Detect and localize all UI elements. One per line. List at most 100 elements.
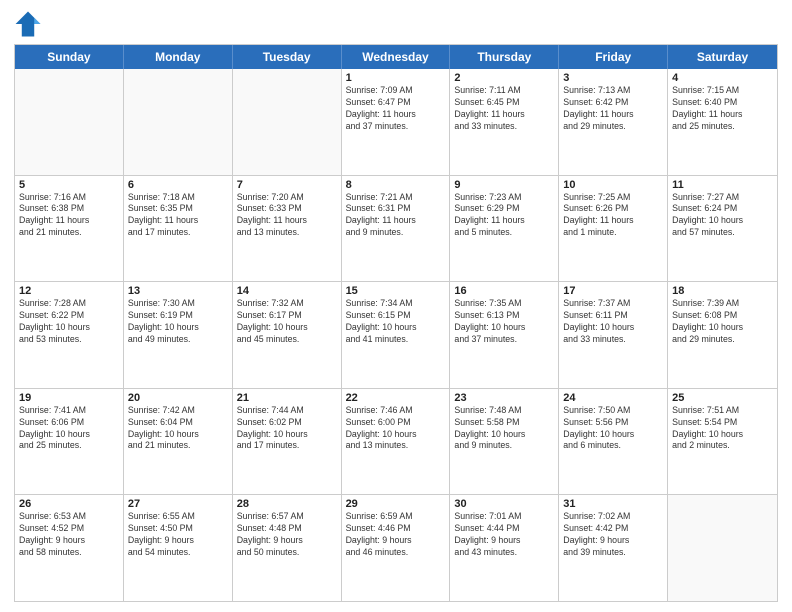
day-info: Sunrise: 7:34 AM Sunset: 6:15 PM Dayligh… [346, 298, 446, 346]
empty-cell-0-0 [15, 69, 124, 175]
day-info: Sunrise: 7:39 AM Sunset: 6:08 PM Dayligh… [672, 298, 773, 346]
day-info: Sunrise: 7:32 AM Sunset: 6:17 PM Dayligh… [237, 298, 337, 346]
day-info: Sunrise: 7:42 AM Sunset: 6:04 PM Dayligh… [128, 405, 228, 453]
day-cell-7: 7Sunrise: 7:20 AM Sunset: 6:33 PM Daylig… [233, 176, 342, 282]
day-info: Sunrise: 6:57 AM Sunset: 4:48 PM Dayligh… [237, 511, 337, 559]
day-cell-11: 11Sunrise: 7:27 AM Sunset: 6:24 PM Dayli… [668, 176, 777, 282]
header-day-friday: Friday [559, 45, 668, 69]
day-cell-3: 3Sunrise: 7:13 AM Sunset: 6:42 PM Daylig… [559, 69, 668, 175]
day-info: Sunrise: 6:53 AM Sunset: 4:52 PM Dayligh… [19, 511, 119, 559]
day-info: Sunrise: 7:48 AM Sunset: 5:58 PM Dayligh… [454, 405, 554, 453]
header [14, 10, 778, 38]
day-number: 17 [563, 285, 663, 297]
day-cell-31: 31Sunrise: 7:02 AM Sunset: 4:42 PM Dayli… [559, 495, 668, 601]
day-info: Sunrise: 7:20 AM Sunset: 6:33 PM Dayligh… [237, 192, 337, 240]
day-info: Sunrise: 7:37 AM Sunset: 6:11 PM Dayligh… [563, 298, 663, 346]
day-number: 13 [128, 285, 228, 297]
day-info: Sunrise: 7:23 AM Sunset: 6:29 PM Dayligh… [454, 192, 554, 240]
day-number: 3 [563, 72, 663, 84]
day-number: 25 [672, 392, 773, 404]
day-cell-26: 26Sunrise: 6:53 AM Sunset: 4:52 PM Dayli… [15, 495, 124, 601]
header-day-saturday: Saturday [668, 45, 777, 69]
day-number: 9 [454, 179, 554, 191]
day-cell-25: 25Sunrise: 7:51 AM Sunset: 5:54 PM Dayli… [668, 389, 777, 495]
day-cell-20: 20Sunrise: 7:42 AM Sunset: 6:04 PM Dayli… [124, 389, 233, 495]
day-info: Sunrise: 7:09 AM Sunset: 6:47 PM Dayligh… [346, 85, 446, 133]
day-cell-18: 18Sunrise: 7:39 AM Sunset: 6:08 PM Dayli… [668, 282, 777, 388]
day-cell-24: 24Sunrise: 7:50 AM Sunset: 5:56 PM Dayli… [559, 389, 668, 495]
day-number: 24 [563, 392, 663, 404]
day-cell-27: 27Sunrise: 6:55 AM Sunset: 4:50 PM Dayli… [124, 495, 233, 601]
day-info: Sunrise: 7:16 AM Sunset: 6:38 PM Dayligh… [19, 192, 119, 240]
day-cell-10: 10Sunrise: 7:25 AM Sunset: 6:26 PM Dayli… [559, 176, 668, 282]
day-number: 29 [346, 498, 446, 510]
day-number: 30 [454, 498, 554, 510]
day-number: 7 [237, 179, 337, 191]
day-number: 27 [128, 498, 228, 510]
day-cell-4: 4Sunrise: 7:15 AM Sunset: 6:40 PM Daylig… [668, 69, 777, 175]
day-number: 14 [237, 285, 337, 297]
day-cell-21: 21Sunrise: 7:44 AM Sunset: 6:02 PM Dayli… [233, 389, 342, 495]
day-cell-5: 5Sunrise: 7:16 AM Sunset: 6:38 PM Daylig… [15, 176, 124, 282]
day-number: 6 [128, 179, 228, 191]
day-info: Sunrise: 7:13 AM Sunset: 6:42 PM Dayligh… [563, 85, 663, 133]
day-cell-6: 6Sunrise: 7:18 AM Sunset: 6:35 PM Daylig… [124, 176, 233, 282]
day-cell-29: 29Sunrise: 6:59 AM Sunset: 4:46 PM Dayli… [342, 495, 451, 601]
day-number: 16 [454, 285, 554, 297]
day-number: 4 [672, 72, 773, 84]
empty-cell-0-2 [233, 69, 342, 175]
calendar-row-4: 26Sunrise: 6:53 AM Sunset: 4:52 PM Dayli… [15, 494, 777, 601]
day-info: Sunrise: 7:44 AM Sunset: 6:02 PM Dayligh… [237, 405, 337, 453]
header-day-thursday: Thursday [450, 45, 559, 69]
day-cell-16: 16Sunrise: 7:35 AM Sunset: 6:13 PM Dayli… [450, 282, 559, 388]
day-cell-30: 30Sunrise: 7:01 AM Sunset: 4:44 PM Dayli… [450, 495, 559, 601]
day-info: Sunrise: 6:59 AM Sunset: 4:46 PM Dayligh… [346, 511, 446, 559]
day-number: 11 [672, 179, 773, 191]
day-info: Sunrise: 7:01 AM Sunset: 4:44 PM Dayligh… [454, 511, 554, 559]
day-cell-2: 2Sunrise: 7:11 AM Sunset: 6:45 PM Daylig… [450, 69, 559, 175]
day-info: Sunrise: 6:55 AM Sunset: 4:50 PM Dayligh… [128, 511, 228, 559]
day-cell-17: 17Sunrise: 7:37 AM Sunset: 6:11 PM Dayli… [559, 282, 668, 388]
day-number: 26 [19, 498, 119, 510]
day-number: 20 [128, 392, 228, 404]
day-info: Sunrise: 7:27 AM Sunset: 6:24 PM Dayligh… [672, 192, 773, 240]
day-cell-23: 23Sunrise: 7:48 AM Sunset: 5:58 PM Dayli… [450, 389, 559, 495]
day-cell-1: 1Sunrise: 7:09 AM Sunset: 6:47 PM Daylig… [342, 69, 451, 175]
day-cell-8: 8Sunrise: 7:21 AM Sunset: 6:31 PM Daylig… [342, 176, 451, 282]
day-number: 12 [19, 285, 119, 297]
day-number: 23 [454, 392, 554, 404]
day-info: Sunrise: 7:51 AM Sunset: 5:54 PM Dayligh… [672, 405, 773, 453]
day-number: 18 [672, 285, 773, 297]
logo [14, 10, 46, 38]
day-info: Sunrise: 7:28 AM Sunset: 6:22 PM Dayligh… [19, 298, 119, 346]
day-number: 22 [346, 392, 446, 404]
calendar-row-0: 1Sunrise: 7:09 AM Sunset: 6:47 PM Daylig… [15, 69, 777, 175]
day-number: 28 [237, 498, 337, 510]
day-number: 21 [237, 392, 337, 404]
day-number: 2 [454, 72, 554, 84]
calendar-row-2: 12Sunrise: 7:28 AM Sunset: 6:22 PM Dayli… [15, 281, 777, 388]
day-info: Sunrise: 7:02 AM Sunset: 4:42 PM Dayligh… [563, 511, 663, 559]
header-day-wednesday: Wednesday [342, 45, 451, 69]
day-info: Sunrise: 7:18 AM Sunset: 6:35 PM Dayligh… [128, 192, 228, 240]
day-cell-12: 12Sunrise: 7:28 AM Sunset: 6:22 PM Dayli… [15, 282, 124, 388]
empty-cell-0-1 [124, 69, 233, 175]
day-cell-14: 14Sunrise: 7:32 AM Sunset: 6:17 PM Dayli… [233, 282, 342, 388]
day-number: 5 [19, 179, 119, 191]
header-day-tuesday: Tuesday [233, 45, 342, 69]
day-info: Sunrise: 7:25 AM Sunset: 6:26 PM Dayligh… [563, 192, 663, 240]
page: SundayMondayTuesdayWednesdayThursdayFrid… [0, 0, 792, 612]
day-cell-19: 19Sunrise: 7:41 AM Sunset: 6:06 PM Dayli… [15, 389, 124, 495]
calendar-row-3: 19Sunrise: 7:41 AM Sunset: 6:06 PM Dayli… [15, 388, 777, 495]
day-number: 1 [346, 72, 446, 84]
day-number: 8 [346, 179, 446, 191]
empty-cell-4-6 [668, 495, 777, 601]
day-number: 19 [19, 392, 119, 404]
day-cell-9: 9Sunrise: 7:23 AM Sunset: 6:29 PM Daylig… [450, 176, 559, 282]
day-info: Sunrise: 7:11 AM Sunset: 6:45 PM Dayligh… [454, 85, 554, 133]
day-info: Sunrise: 7:15 AM Sunset: 6:40 PM Dayligh… [672, 85, 773, 133]
header-day-monday: Monday [124, 45, 233, 69]
calendar: SundayMondayTuesdayWednesdayThursdayFrid… [14, 44, 778, 602]
day-cell-15: 15Sunrise: 7:34 AM Sunset: 6:15 PM Dayli… [342, 282, 451, 388]
day-info: Sunrise: 7:21 AM Sunset: 6:31 PM Dayligh… [346, 192, 446, 240]
